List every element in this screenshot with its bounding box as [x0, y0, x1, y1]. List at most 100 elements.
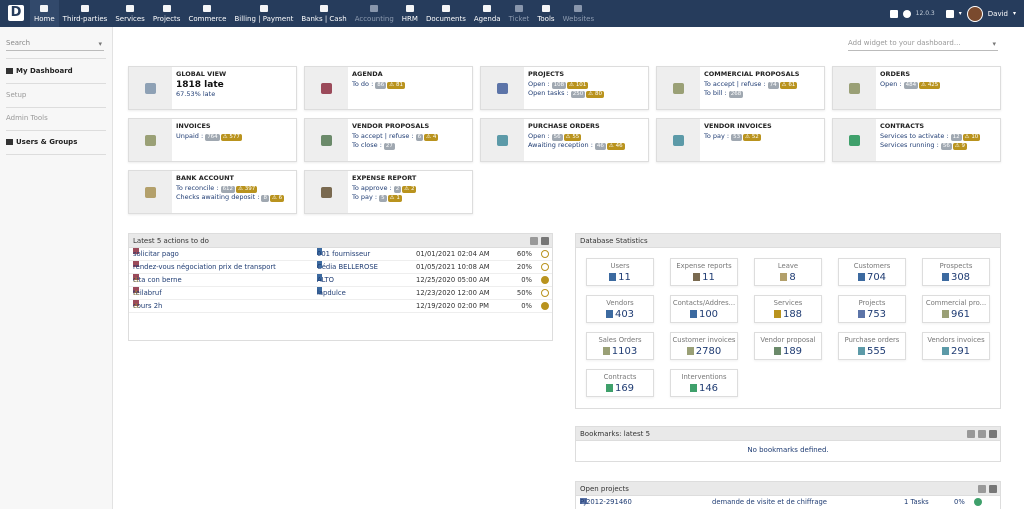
stat-projects[interactable]: Projects 753 — [838, 295, 906, 323]
stat-vendors[interactable]: Vendors 403 — [586, 295, 654, 323]
help-icon[interactable] — [902, 9, 911, 18]
box-agenda[interactable]: AGENDA To do :86 ⚠ 81 — [304, 66, 473, 110]
menu-item-hrm[interactable]: HRM — [398, 0, 422, 27]
stat-purchase-orders[interactable]: Purchase orders 555 — [838, 332, 906, 360]
stat-vendors-invoices[interactable]: Vendors invoices 291 — [922, 332, 990, 360]
star-icon[interactable] — [967, 430, 975, 438]
box-title: VENDOR INVOICES — [704, 122, 772, 130]
stat-contacts-addres[interactable]: Contacts/Addres... 100 — [670, 295, 738, 323]
box-line[interactable]: To close :27 — [352, 141, 469, 150]
box-invoices[interactable]: INVOICES Unpaid :764 ⚠ 577 — [128, 118, 297, 162]
menu-item-home[interactable]: Home — [30, 0, 59, 27]
box-line[interactable]: To do :86 ⚠ 81 — [352, 80, 469, 89]
box-line[interactable]: Awaiting reception :46 ⚠ 46 — [528, 141, 645, 150]
table-row[interactable]: solicitar pago 001 fournisseur 01/01/2021 … — [129, 248, 552, 261]
stat-contracts[interactable]: Contracts 169 — [586, 369, 654, 397]
box-line[interactable]: Unpaid :764 ⚠ 577 — [176, 132, 293, 141]
add-widget-select[interactable]: Add widget to your dashboard... ▾ — [848, 39, 998, 51]
status-circle-icon — [541, 263, 549, 271]
box-line[interactable]: To accept | refuse :74 ⚠ 61 — [704, 80, 821, 89]
stat-value: 704 — [866, 272, 887, 283]
stat-users[interactable]: Users 11 — [586, 258, 654, 286]
box-line[interactable]: Services to activate :12 ⚠ 10 — [880, 132, 997, 141]
menu-item-ticket[interactable]: Ticket — [505, 0, 534, 27]
box-global-view[interactable]: GLOBAL VIEW 1818 late 67.53% late — [128, 66, 297, 110]
stat-commercial-pro[interactable]: Commercial pro... 961 — [922, 295, 990, 323]
box-title: GLOBAL VIEW — [176, 70, 227, 78]
menu-item-banks-cash[interactable]: Banks | Cash — [297, 0, 350, 27]
menu-item-services[interactable]: Services — [111, 0, 149, 27]
close-icon[interactable] — [989, 430, 997, 438]
late-count: 9 — [961, 143, 966, 149]
box-line[interactable]: Open :56 ⚠ 55 — [528, 132, 645, 141]
chevron-down-icon[interactable]: ▾ — [1013, 10, 1016, 17]
menu-item-commerce[interactable]: Commerce — [184, 0, 230, 27]
menu-item-websites[interactable]: Websites — [559, 0, 599, 27]
box-line[interactable]: 67.53% late — [176, 90, 293, 99]
box-expense-report[interactable]: EXPENSE REPORT To approve :2 ⚠ 2 To pay :5 ⚠… — [304, 170, 473, 214]
menu-item-billing-payment[interactable]: Billing | Payment — [230, 0, 297, 27]
box-line[interactable]: Open tasks :250 ⚠ 80 — [528, 89, 645, 98]
menu-item-accounting[interactable]: Accounting — [351, 0, 398, 27]
count-badge: 484 — [903, 82, 919, 89]
menu-item-third-parties[interactable]: Third-parties — [59, 0, 112, 27]
box-line[interactable]: To reconcile :612 ⚠ 397 — [176, 184, 293, 193]
box-line[interactable]: To pay :5 ⚠ 1 — [352, 193, 469, 202]
close-icon[interactable] — [989, 485, 997, 493]
stat-vendor-proposal[interactable]: Vendor proposal 189 — [754, 332, 822, 360]
box-orders[interactable]: ORDERS Open :484 ⚠ 425 — [832, 66, 1001, 110]
box-bank-account[interactable]: BANK ACCOUNT To reconcile :612 ⚠ 397 Checks… — [128, 170, 297, 214]
star-bookmark-icon[interactable] — [945, 9, 954, 18]
stat-services[interactable]: Services 188 — [754, 295, 822, 323]
menu-item-projects[interactable]: Projects — [149, 0, 185, 27]
box-line[interactable]: To bill :268 — [704, 89, 821, 98]
stat-interventions[interactable]: Interventions 146 — [670, 369, 738, 397]
stat-customers[interactable]: Customers 704 — [838, 258, 906, 286]
box-line[interactable]: To accept | refuse :6 ⚠ 4 — [352, 132, 469, 141]
menu-item-agenda[interactable]: Agenda — [470, 0, 505, 27]
sidebar-item-my-dashboard[interactable]: My Dashboard — [6, 65, 106, 77]
avatar[interactable] — [966, 5, 983, 22]
menu-item-documents[interactable]: Documents — [422, 0, 470, 27]
box-line[interactable]: Services running :56 ⚠ 9 — [880, 141, 997, 150]
sidebar-item-admin-tools[interactable]: Admin Tools — [6, 112, 106, 124]
table-row[interactable]: cita con berne ⚠ ALTO 12/25/2020 05:00 AM 0… — [129, 274, 552, 287]
close-icon[interactable] — [541, 237, 549, 245]
project-row[interactable]: PJ2012-291460 demande de visite et de ch… — [576, 496, 1000, 506]
box-purchase-orders[interactable]: PURCHASE ORDERS Open :56 ⚠ 55 Awaiting rece… — [480, 118, 649, 162]
box-vendor-invoices[interactable]: VENDOR INVOICES To pay :53 ⚠ 52 — [656, 118, 825, 162]
users-icon — [6, 139, 13, 145]
move-icon[interactable] — [530, 237, 538, 245]
box-icon-area — [305, 171, 348, 213]
box-contracts[interactable]: CONTRACTS Services to activate :12 ⚠ 10 Ser… — [832, 118, 1001, 162]
stat-sales-orders[interactable]: Sales Orders 1103 — [586, 332, 654, 360]
table-row[interactable]: teilabruf ⚠ lapdulce 12/23/2020 12:00 AM 50… — [129, 287, 552, 300]
move-icon[interactable] — [978, 485, 986, 493]
chevron-down-icon[interactable]: ▾ — [959, 10, 962, 17]
sidebar-item-users-groups[interactable]: Users & Groups — [6, 136, 106, 148]
table-row[interactable]: cours 2h ⚠ 12/19/2020 02:00 PM 0% — [129, 300, 552, 313]
box-line[interactable]: To approve :2 ⚠ 2 — [352, 184, 469, 193]
sidebar-item-setup[interactable]: Setup — [6, 89, 106, 101]
menu-item-tools[interactable]: Tools — [533, 0, 558, 27]
search-input[interactable]: Search ▾ — [6, 39, 104, 51]
box-line[interactable]: Checks awaiting deposit :8 ⚠ 6 — [176, 193, 293, 202]
stat-expense-reports[interactable]: Expense reports 11 — [670, 258, 738, 286]
contacts-addres-icon — [689, 310, 697, 318]
user-name[interactable]: David — [988, 10, 1008, 18]
box-projects[interactable]: PROJECTS Open :108 ⚠ 101 Open tasks :250 ⚠ 8… — [480, 66, 649, 110]
stat-prospects[interactable]: Prospects 308 — [922, 258, 990, 286]
move-icon[interactable] — [978, 430, 986, 438]
stat-customer-invoices[interactable]: Customer invoices 2780 — [670, 332, 738, 360]
vendors-invoices-icon — [941, 347, 949, 355]
box-line[interactable]: To pay :53 ⚠ 52 — [704, 132, 821, 141]
box-commercial-proposals[interactable]: COMMERCIAL PROPOSALS To accept | refuse :… — [656, 66, 825, 110]
box-vendor-proposals[interactable]: VENDOR PROPOSALS To accept | refuse :6 ⚠ 4… — [304, 118, 473, 162]
box-line[interactable]: Open :108 ⚠ 101 — [528, 80, 645, 89]
print-icon[interactable] — [889, 9, 898, 18]
box-line[interactable]: Open :484 ⚠ 425 — [880, 80, 997, 89]
stat-leave[interactable]: Leave 8 — [754, 258, 822, 286]
logo[interactable]: D — [8, 5, 24, 21]
search-placeholder: Search — [6, 39, 31, 47]
table-row[interactable]: rendez-vous négociation prix de transpor… — [129, 261, 552, 274]
